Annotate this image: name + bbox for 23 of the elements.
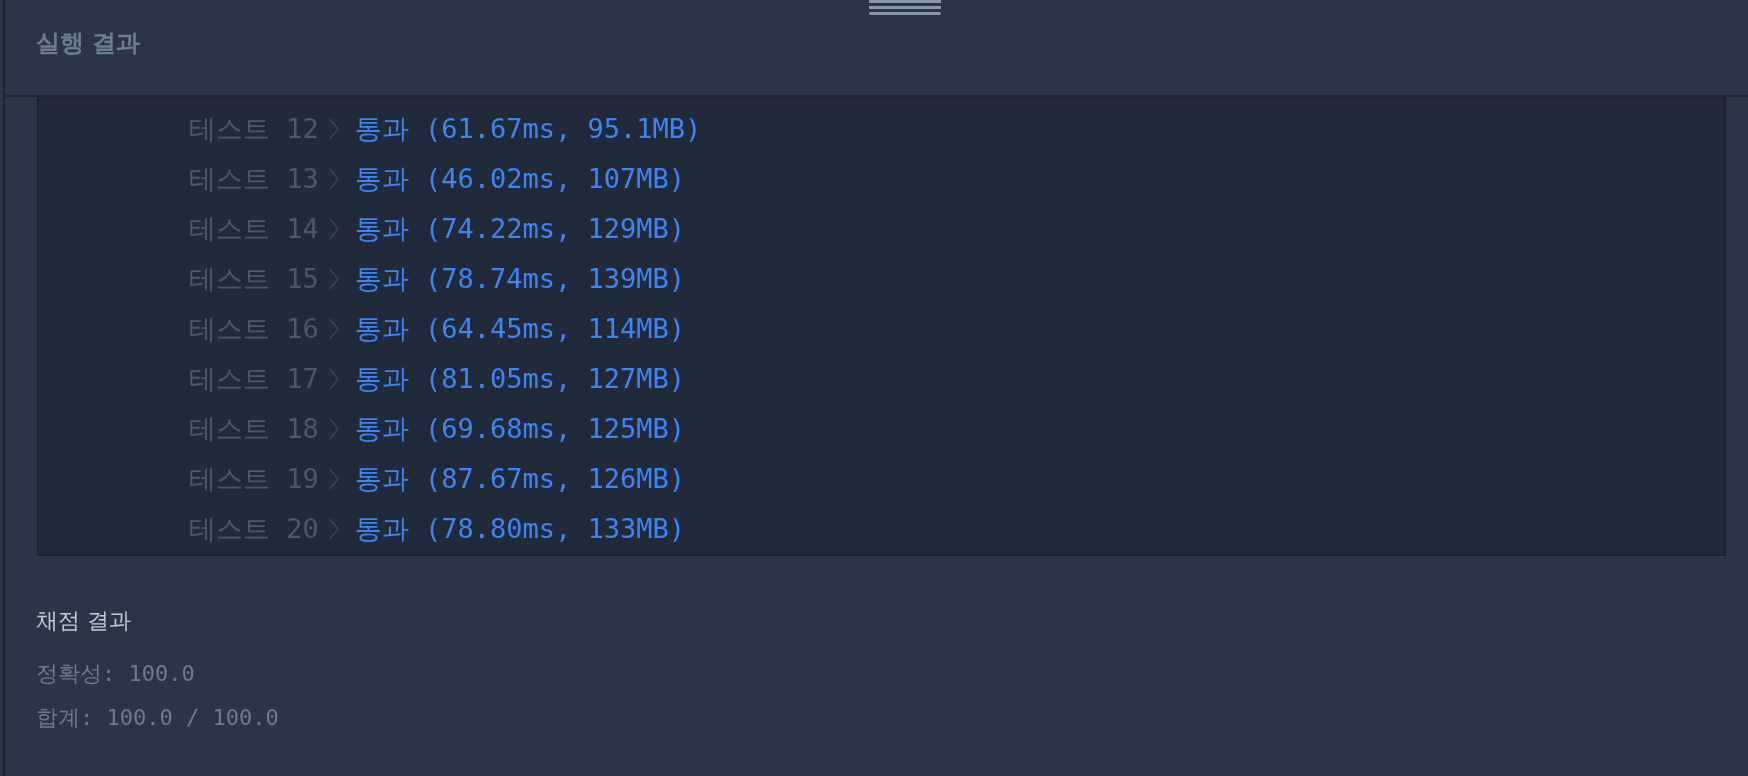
panel-title: 실행 결과	[36, 28, 141, 59]
test-result: 통과 (74.22ms, 129MB)	[354, 212, 686, 246]
chevron-right-icon	[328, 268, 339, 290]
test-result: 통과 (64.45ms, 114MB)	[354, 312, 686, 346]
test-result: 통과 (81.05ms, 127MB)	[354, 362, 686, 396]
test-result: 통과 (69.68ms, 125MB)	[354, 412, 686, 446]
chevron-right-icon	[328, 468, 339, 490]
chevron-right-icon	[328, 218, 339, 240]
chevron-right-icon	[328, 118, 339, 140]
chevron-right-icon	[328, 368, 339, 390]
chevron-right-icon	[328, 318, 339, 340]
test-result: 통과 (87.67ms, 126MB)	[354, 462, 686, 496]
section-title: 채점 결과	[36, 607, 131, 635]
chevron-right-icon	[328, 418, 339, 440]
test-result: 통과 (78.80ms, 133MB)	[354, 512, 686, 546]
test-result: 통과 (46.02ms, 107MB)	[354, 162, 686, 196]
test-result: 통과 (78.74ms, 139MB)	[354, 262, 686, 296]
score-line: 합계: 100.0 / 100.0	[36, 704, 279, 732]
score-line: 정확성: 100.0	[36, 660, 195, 688]
test-result: 통과 (61.67ms, 95.1MB)	[354, 112, 702, 146]
chevron-right-icon	[328, 168, 339, 190]
drag-handle-icon[interactable]	[869, 0, 941, 15]
chevron-right-icon	[328, 518, 339, 540]
